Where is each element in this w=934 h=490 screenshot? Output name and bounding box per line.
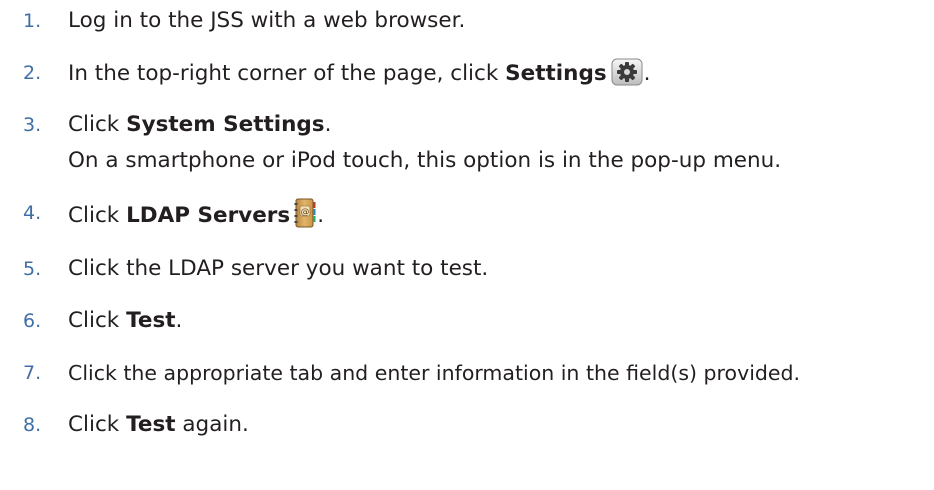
step-ui-term: Test [126, 308, 176, 333]
settings-gear-icon [611, 58, 643, 95]
step-text-plain: Click the LDAP server you want to test. [68, 256, 489, 281]
step-text-plain: . [324, 112, 332, 137]
step-ui-term: Settings [505, 61, 607, 86]
step-text-plain: . [317, 203, 325, 228]
step-number: 3. [23, 114, 42, 136]
step-text: Click the appropriate tab and enter info… [68, 358, 800, 388]
step-text-plain: again. [175, 412, 249, 437]
step-text-plain: In the top-right corner of the page, cli… [68, 61, 506, 86]
step-text-plain: Log in to the JSS with a web browser. [68, 8, 466, 33]
step-text-plain: Click [68, 412, 127, 437]
svg-text:@: @ [301, 208, 310, 218]
step-number: 2. [23, 62, 42, 84]
step-text-plain: Click the appropriate tab and enter info… [68, 361, 801, 385]
step-note: On a smartphone or iPod touch, this opti… [68, 148, 782, 173]
step-ui-term: System Settings [126, 112, 325, 137]
step-text: In the top-right corner of the page, cli… [68, 58, 650, 95]
step-ui-term: LDAP Servers [126, 203, 291, 228]
step-number: 7. [23, 362, 42, 384]
step-number: 5. [23, 258, 42, 280]
step-number: 4. [23, 202, 42, 224]
step-text-plain: . [643, 61, 651, 86]
step-text: Log in to the JSS with a web browser. [68, 6, 465, 36]
step-text-plain: Click [68, 203, 127, 228]
address-book-icon: @ [294, 198, 316, 237]
step-text-plain: Click [68, 112, 127, 137]
step-number: 6. [23, 310, 42, 332]
instruction-steps: 1. Log in to the JSS with a web browser.… [0, 0, 934, 490]
step-text-plain: . [175, 308, 183, 333]
step-number: 1. [23, 10, 42, 32]
step-ui-term: Test [126, 412, 176, 437]
step-text: Click System Settings. [68, 110, 331, 140]
step-text: Click LDAP Servers @ . [68, 198, 324, 237]
step-text: Click the LDAP server you want to test. [68, 254, 488, 284]
step-text: Click Test. [68, 306, 182, 336]
step-number: 8. [23, 414, 42, 436]
step-text-plain: Click [68, 308, 127, 333]
step-text: Click Test again. [68, 410, 249, 440]
